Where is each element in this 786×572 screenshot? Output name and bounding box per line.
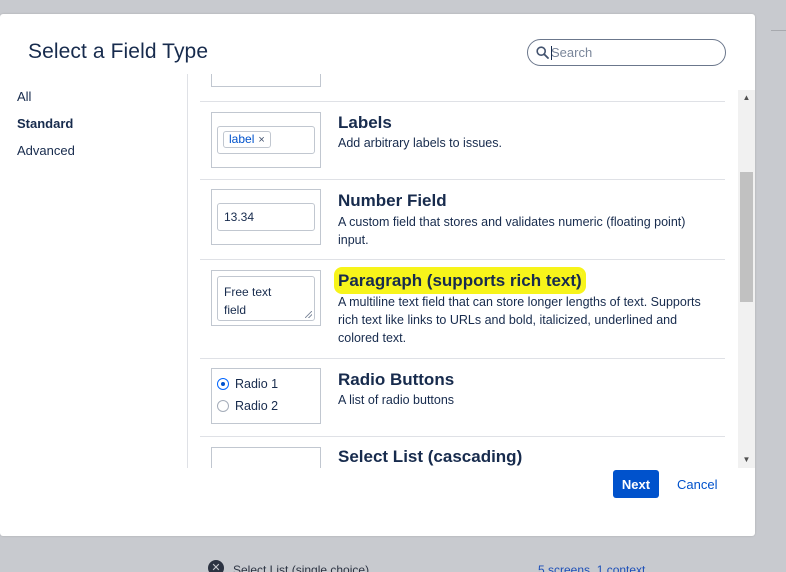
field-row-radio[interactable]: Radio 1 Radio 2 Radio Buttons A list of …	[200, 359, 725, 437]
close-icon: ×	[258, 134, 265, 146]
field-row-number[interactable]: 13.34 Number Field A custom field that s…	[200, 180, 725, 260]
background-page-right	[755, 0, 786, 572]
radio-option-label: Radio 2	[235, 399, 279, 413]
field-title: Number Field	[338, 191, 447, 210]
dialog-title: Select a Field Type	[28, 40, 209, 63]
label-lozenge: label ×	[223, 131, 271, 148]
sidebar-item-advanced[interactable]: Advanced	[17, 144, 177, 171]
radio-option-label: Radio 1	[235, 377, 279, 391]
field-type-list[interactable]: label × Labels Add arbitrary labels to is…	[188, 74, 738, 468]
field-description: A custom field that stores and validates…	[338, 215, 686, 247]
field-title: Select List (cascading)	[338, 447, 523, 466]
resize-grip-icon	[305, 311, 312, 318]
radio-option: Radio 2	[217, 399, 278, 413]
sidebar-item-all[interactable]: All	[17, 90, 177, 117]
text-caret	[551, 46, 552, 60]
field-title: Paragraph (supports rich text)	[338, 271, 582, 291]
select-field-type-dialog: Select a Field Type All Standard Advance…	[0, 14, 755, 536]
radio-option: Radio 1	[217, 377, 278, 391]
radio-preview: Radio 1 Radio 2	[211, 368, 321, 424]
background-field-row: ✕ Select List (single choice) 5 screens,…	[208, 558, 678, 572]
label-lozenge-text: label	[229, 132, 255, 146]
labels-preview-input: label ×	[217, 126, 315, 154]
field-row-paragraph[interactable]: Free text field Paragraph (supports rich…	[200, 260, 725, 359]
remove-circle-icon: ✕	[208, 560, 224, 572]
field-description: Add arbitrary labels to issues.	[338, 136, 502, 150]
field-title: Labels	[338, 113, 392, 132]
number-preview-input: 13.34	[217, 203, 315, 231]
background-divider	[771, 30, 786, 31]
paragraph-preview-textarea: Free text field	[217, 276, 315, 321]
search-input[interactable]	[551, 43, 719, 62]
paragraph-preview-line: field	[224, 303, 247, 317]
field-row-labels[interactable]: label × Labels Add arbitrary labels to is…	[200, 102, 725, 180]
search-icon	[536, 46, 549, 59]
field-row-previous[interactable]	[200, 74, 725, 102]
field-row-select-cascading[interactable]: Select List (cascading)	[200, 437, 725, 468]
scroll-down-arrow-icon[interactable]: ▼	[738, 452, 755, 468]
background-screens-link: 5 screens, 1 context	[538, 563, 646, 572]
sidebar-item-standard[interactable]: Standard	[17, 117, 177, 144]
search-box[interactable]	[527, 39, 726, 66]
field-description: A list of radio buttons	[338, 393, 455, 407]
number-preview: 13.34	[211, 189, 321, 245]
field-description: A multiline text field that can store lo…	[338, 295, 701, 345]
paragraph-preview: Free text field	[211, 270, 321, 326]
scroll-up-arrow-icon[interactable]: ▲	[738, 90, 755, 106]
paragraph-preview-line: Free text	[224, 285, 272, 299]
background-field-label: Select List (single choice)	[233, 563, 370, 572]
field-preview	[211, 74, 321, 87]
cancel-link[interactable]: Cancel	[677, 477, 717, 492]
radio-unselected-icon	[217, 400, 229, 412]
field-title: Radio Buttons	[338, 370, 455, 389]
labels-preview: label ×	[211, 112, 321, 168]
category-sidebar: All Standard Advanced	[17, 90, 177, 171]
scrollbar-thumb[interactable]	[740, 172, 753, 302]
radio-selected-icon	[217, 378, 229, 390]
next-button[interactable]: Next	[613, 470, 659, 498]
select-preview	[211, 447, 321, 468]
list-scrollbar[interactable]: ▲ ▼	[738, 90, 755, 468]
highlighted-title: Paragraph (supports rich text)	[338, 271, 582, 290]
